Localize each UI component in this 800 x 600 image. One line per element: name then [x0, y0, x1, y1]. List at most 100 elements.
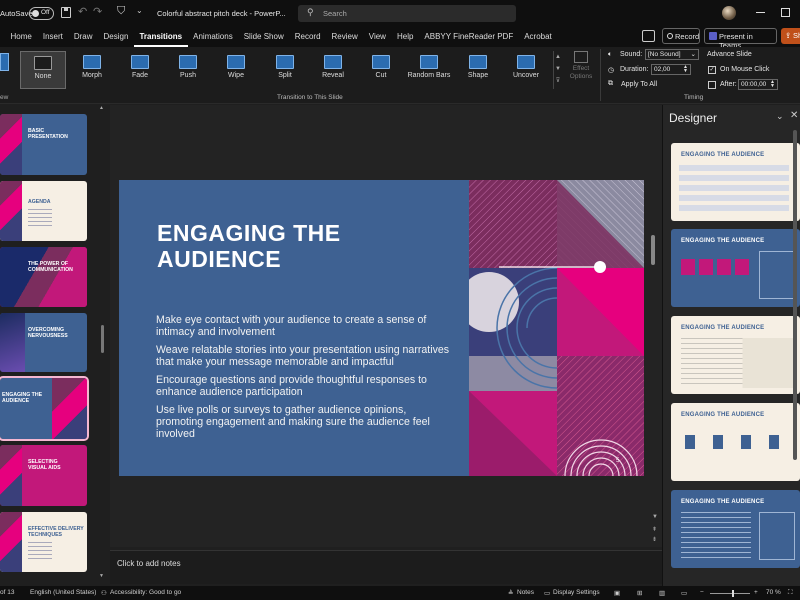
on-mouse-click-checkbox[interactable]: ✓ [708, 66, 716, 74]
after-stepper[interactable]: 00:00,00 ▲ ▼ [738, 79, 778, 90]
teams-icon [709, 32, 717, 40]
tab-slide-show[interactable]: Slide Show [238, 27, 289, 47]
transition-wipe[interactable]: Wipe [213, 51, 259, 89]
slide-thumbnail[interactable]: ENGAGING THE AUDIENCE [0, 376, 89, 441]
thumbnail-scrollbar[interactable]: ▲ ▼ [98, 105, 107, 586]
scroll-down-icon[interactable]: ▼ [99, 573, 104, 579]
comments-button[interactable] [642, 30, 655, 42]
transition-split[interactable]: Split [262, 51, 308, 89]
transition-reveal[interactable]: Reveal [310, 51, 356, 89]
tab-design[interactable]: Design [98, 27, 134, 47]
slide-thumbnail[interactable]: EFFECTIVE DELIVERY TECHNIQUES [0, 512, 87, 572]
search-box[interactable]: ⚲ Search [298, 5, 516, 22]
duration-stepper[interactable]: 02,00 ▲ ▼ [651, 64, 691, 75]
tab-help[interactable]: Help [391, 27, 418, 47]
zoom-out-icon[interactable]: − [700, 589, 704, 596]
zoom-level[interactable]: 70 % [766, 589, 781, 596]
thumbnail-title: BASIC PRESENTATION [28, 128, 68, 140]
design-idea[interactable]: ENGAGING THE AUDIENCE [671, 229, 800, 307]
tab-review[interactable]: Review [326, 27, 363, 47]
reading-view-icon[interactable]: ▥ [659, 589, 665, 597]
autosave-toggle[interactable]: Off [29, 7, 54, 20]
tab-animations[interactable]: Animations [188, 27, 239, 47]
notes-pane[interactable]: Click to add notes [110, 550, 662, 584]
transition-uncover-icon [517, 55, 535, 69]
transition-uncover[interactable]: Uncover [503, 51, 549, 89]
slide-thumbnail[interactable]: AGENDA [0, 181, 87, 241]
tab-insert[interactable]: Insert [37, 27, 68, 47]
chevron-down-icon[interactable]: ⌄ [776, 111, 784, 122]
accessibility-status[interactable]: Accessibility: Good to go [110, 589, 181, 596]
sound-dropdown[interactable]: [No Sound] ⌄ [645, 49, 699, 60]
save-icon[interactable] [61, 7, 71, 18]
after-checkbox[interactable] [708, 81, 716, 89]
slideshow-icon[interactable]: ▭ [681, 589, 687, 597]
slide-thumbnail[interactable]: OVERCOMING NERVOUSNESS [0, 313, 87, 372]
design-idea-title: ENGAGING THE AUDIENCE [681, 152, 765, 158]
transition-morph[interactable]: Morph [69, 51, 115, 89]
gallery-scroll[interactable]: ▲ ▼ ⊽ [553, 51, 562, 89]
design-idea[interactable]: ENGAGING THE AUDIENCE [671, 143, 800, 221]
present-from-start-icon[interactable]: ⛉ [117, 5, 125, 18]
close-icon[interactable]: ✕ [790, 110, 798, 121]
share-button[interactable]: ⇪ Sh [781, 28, 800, 44]
previous-slide-icon[interactable]: ⇞ [652, 526, 657, 533]
tab-draw[interactable]: Draw [68, 27, 98, 47]
spinner-icon: ▲ ▼ [683, 64, 688, 74]
transition-push[interactable]: Push [165, 51, 211, 89]
zoom-in-icon[interactable]: + [754, 589, 758, 596]
slide-thumbnail[interactable]: THE POWER OF COMMUNICATION [0, 247, 87, 307]
effect-options-button[interactable]: Effect Options [566, 51, 596, 91]
tab-transitions[interactable]: Transitions [133, 27, 188, 47]
designer-scrollbar[interactable] [793, 130, 797, 460]
transition-shape[interactable]: Shape [455, 51, 501, 89]
toggle-knob [32, 10, 39, 17]
next-slide-icon[interactable]: ⇟ [652, 536, 657, 543]
scroll-down-icon[interactable]: ▼ [652, 514, 658, 520]
transition-cut[interactable]: Cut [358, 51, 404, 89]
tab-acrobat[interactable]: Acrobat [519, 27, 558, 47]
scroll-up-icon[interactable]: ▲ [99, 105, 104, 111]
transition-label: Random Bars [407, 72, 451, 79]
slide-thumbnail[interactable]: BASIC PRESENTATION [0, 114, 87, 175]
zoom-slider[interactable] [710, 590, 750, 597]
record-button[interactable]: Record [662, 28, 700, 44]
design-idea[interactable]: ENGAGING THE AUDIENCE [671, 316, 800, 394]
slide-title[interactable]: ENGAGING THE AUDIENCE [157, 220, 357, 272]
transition-none[interactable]: None [20, 51, 66, 89]
fit-slide-icon[interactable]: ⛶ [788, 589, 793, 597]
design-idea[interactable]: ENGAGING THE AUDIENCE [671, 403, 800, 481]
slide-scroll-thumb[interactable] [651, 235, 655, 265]
thumbnail-title: THE POWER OF COMMUNICATION [28, 261, 73, 273]
slide[interactable]: ENGAGING THE AUDIENCE Make eye contact w… [119, 180, 644, 476]
tab-abbyy-finereader-pdf[interactable]: ABBYY FineReader PDF [419, 27, 519, 47]
slide-sorter-icon[interactable]: ⊞ [637, 589, 642, 597]
notes-button[interactable]: Notes [517, 589, 534, 596]
transition-random-bars[interactable]: Random Bars [406, 51, 452, 89]
preview-button[interactable] [0, 53, 9, 71]
scroll-thumb[interactable] [101, 325, 104, 353]
zoom-slider-thumb[interactable] [732, 590, 734, 597]
tab-record[interactable]: Record [289, 27, 326, 47]
design-idea[interactable]: ENGAGING THE AUDIENCE [671, 490, 800, 568]
customize-toolbar-icon[interactable]: ⌄ [136, 6, 143, 15]
restore-icon[interactable] [781, 8, 790, 17]
language[interactable]: English (United States) [30, 589, 96, 596]
normal-view-icon[interactable]: ▣ [614, 589, 620, 597]
title-bar: AutoSave Off ↶ ↷ ⛉ ⌄ Colorful abstract p… [0, 0, 800, 27]
redo-icon[interactable]: ↷ [93, 5, 102, 18]
display-settings-icon[interactable]: ▭ [544, 589, 550, 597]
notes-icon[interactable]: ≜ [508, 589, 513, 597]
present-in-teams-button[interactable]: Present in Teams [704, 28, 777, 50]
display-settings-button[interactable]: Display Settings [553, 589, 600, 596]
avatar[interactable] [722, 6, 736, 20]
slide-bullets[interactable]: Make eye contact with your audience to c… [156, 314, 456, 446]
transition-fade[interactable]: Fade [117, 51, 163, 89]
apply-to-all-button[interactable]: Apply To All [621, 81, 657, 88]
accessibility-icon[interactable]: ⚇ [101, 589, 107, 597]
minimize-icon[interactable] [756, 12, 765, 13]
tab-view[interactable]: View [363, 27, 391, 47]
tab-home[interactable]: Home [5, 27, 37, 47]
undo-icon[interactable]: ↶ [78, 5, 87, 18]
slide-thumbnail[interactable]: SELECTING VISUAL AIDS [0, 445, 87, 506]
